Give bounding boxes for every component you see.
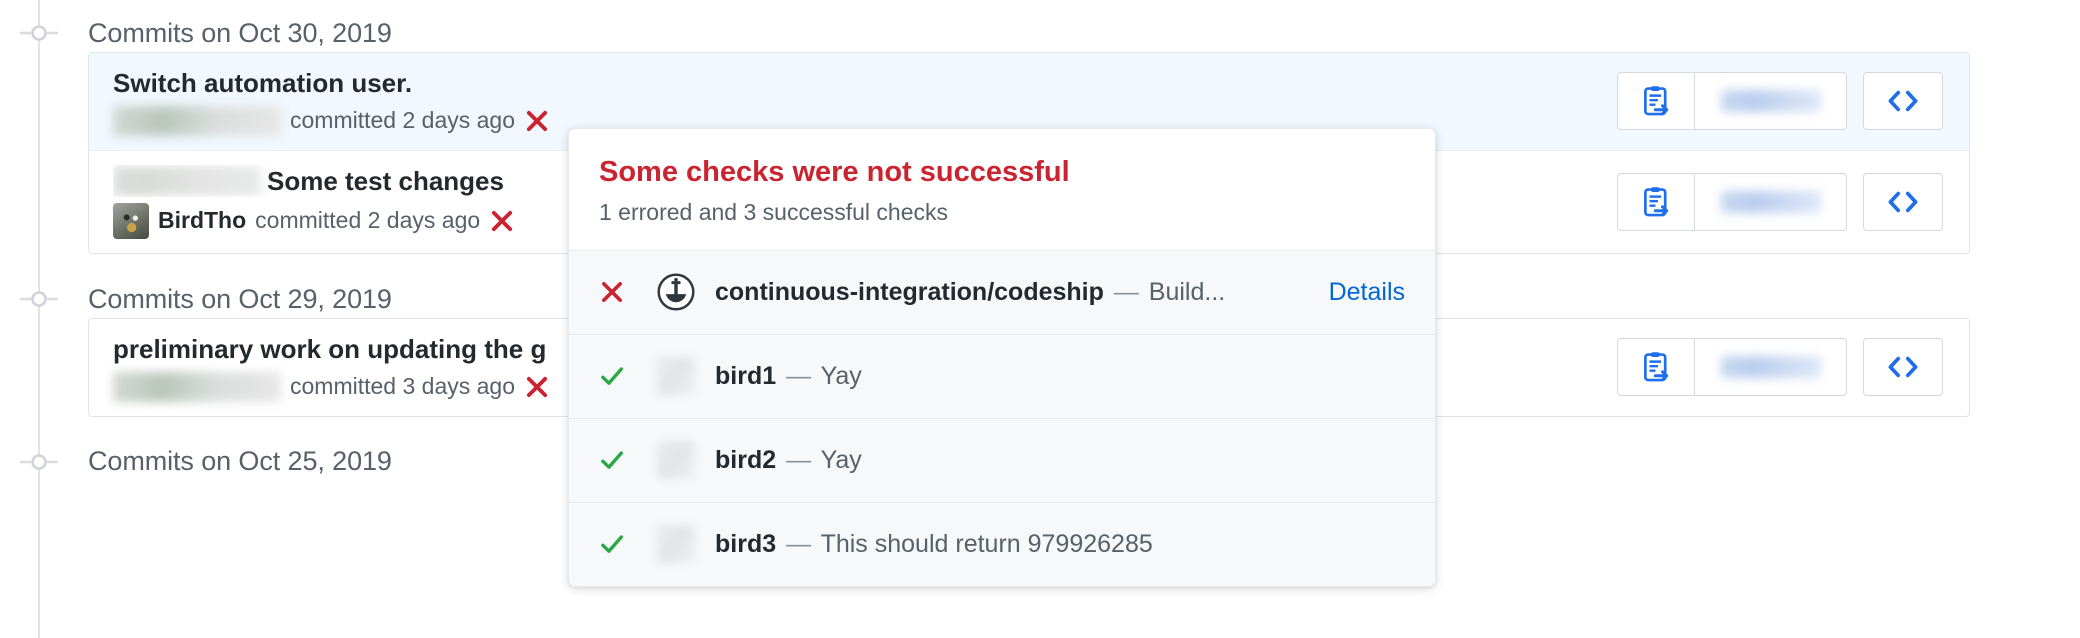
check-status — [599, 363, 657, 389]
x-icon[interactable] — [524, 108, 550, 134]
browse-code-button[interactable] — [1863, 338, 1943, 397]
check-row[interactable]: continuous-integration/codeship — Build.… — [569, 249, 1435, 334]
sha-value-button[interactable] — [1695, 338, 1847, 397]
commit-node-icon — [20, 291, 58, 307]
commit-day-header: Commits on Oct 30, 2019 — [0, 14, 2080, 52]
check-description: Build... — [1148, 277, 1226, 306]
check-text: bird3 — This should return 979926285 — [715, 528, 1405, 561]
check-icon — [601, 451, 623, 470]
check-context: continuous-integration/codeship — [715, 277, 1104, 306]
browse-code-button[interactable] — [1863, 172, 1943, 231]
commit-title[interactable]: Some test changes — [267, 165, 504, 198]
browse-code-button[interactable] — [1863, 72, 1943, 131]
commit-title-wrap[interactable]: Switch automation user. — [113, 67, 1597, 100]
check-text: continuous-integration/codeship — Build.… — [715, 276, 1307, 309]
sha-redacted — [1720, 90, 1821, 113]
commit-actions — [1617, 172, 1943, 231]
check-icon — [601, 367, 623, 386]
x-icon[interactable] — [524, 374, 550, 400]
sha-button-group — [1617, 338, 1847, 397]
check-avatar — [657, 525, 715, 564]
sha-button-group — [1617, 72, 1847, 131]
commit-node-icon — [20, 25, 58, 41]
author-redacted — [113, 371, 281, 402]
commit-actions — [1617, 72, 1943, 131]
commit-title[interactable]: preliminary work on updating the g — [113, 333, 546, 366]
check-description: Yay — [820, 445, 862, 474]
check-avatar — [657, 357, 715, 396]
commit-day-label: Commits on Oct 29, 2019 — [88, 283, 392, 314]
copy-sha-button[interactable] — [1617, 172, 1695, 231]
code-brackets-icon — [1888, 90, 1918, 112]
sha-redacted — [1720, 356, 1821, 379]
copy-sha-button[interactable] — [1617, 338, 1695, 397]
check-dash: — — [1113, 277, 1139, 306]
check-description: Yay — [820, 361, 862, 390]
commit-meta-text: committed 3 days ago — [290, 372, 516, 399]
commit-main: Switch automation user. committed 2 days… — [113, 67, 1597, 136]
check-row[interactable]: bird1 — Yay — [569, 333, 1435, 418]
commits-timeline-page: Commits on Oct 30, 2019 Switch automatio… — [0, 0, 2080, 638]
copy-sha-button[interactable] — [1617, 72, 1695, 131]
sha-value-button[interactable] — [1695, 72, 1847, 131]
avatar-redacted — [657, 525, 695, 564]
code-brackets-icon — [1888, 356, 1918, 378]
commit-actions — [1617, 338, 1943, 397]
check-text: bird1 — Yay — [715, 360, 1405, 393]
check-row[interactable]: bird3 — This should return 979926285 — [569, 501, 1435, 586]
check-context: bird1 — [715, 361, 777, 390]
check-status — [599, 279, 657, 305]
x-icon[interactable] — [489, 208, 515, 234]
check-context: bird2 — [715, 445, 777, 474]
check-dash: — — [786, 529, 812, 558]
check-dash: — — [786, 445, 812, 474]
commit-node-icon — [20, 453, 58, 470]
check-status — [599, 447, 657, 473]
commit-title[interactable]: Switch automation user. — [113, 67, 412, 100]
code-brackets-icon — [1888, 191, 1918, 213]
check-context: bird3 — [715, 529, 777, 558]
check-row[interactable]: bird2 — Yay — [569, 417, 1435, 502]
check-status — [599, 531, 657, 557]
check-avatar — [657, 273, 715, 311]
commit-meta-text: committed 2 days ago — [255, 207, 481, 234]
check-details-link[interactable]: Details — [1329, 278, 1405, 307]
commit-author[interactable]: BirdTho — [158, 206, 246, 236]
commit-day-label: Commits on Oct 30, 2019 — [88, 17, 392, 48]
avatar-redacted — [657, 357, 695, 396]
sha-button-group — [1617, 172, 1847, 231]
copy-sha-icon — [1644, 352, 1669, 382]
avatar-redacted — [657, 441, 695, 480]
codeship-logo-icon — [657, 273, 695, 311]
check-text: bird2 — Yay — [715, 444, 1405, 477]
commit-day-label: Commits on Oct 25, 2019 — [88, 446, 392, 476]
copy-sha-icon — [1644, 86, 1669, 116]
check-icon — [601, 535, 623, 554]
commit-meta-text: committed 2 days ago — [290, 106, 516, 133]
commit-title-prefix-redacted — [113, 165, 261, 196]
author-redacted — [113, 105, 281, 136]
check-dash: — — [786, 361, 812, 390]
x-icon — [602, 282, 622, 303]
popover-subtitle: 1 errored and 3 successful checks — [599, 198, 949, 225]
sha-redacted — [1720, 190, 1821, 213]
sha-value-button[interactable] — [1695, 172, 1847, 231]
check-description: This should return 979926285 — [820, 529, 1153, 558]
popover-title: Some checks were not successful — [599, 156, 1070, 188]
check-avatar — [657, 441, 715, 480]
checks-status-popover: Some checks were not successful 1 errore… — [568, 128, 1436, 587]
popover-header: Some checks were not successful 1 errore… — [569, 129, 1435, 250]
avatar[interactable] — [113, 203, 149, 239]
copy-sha-icon — [1644, 187, 1669, 217]
